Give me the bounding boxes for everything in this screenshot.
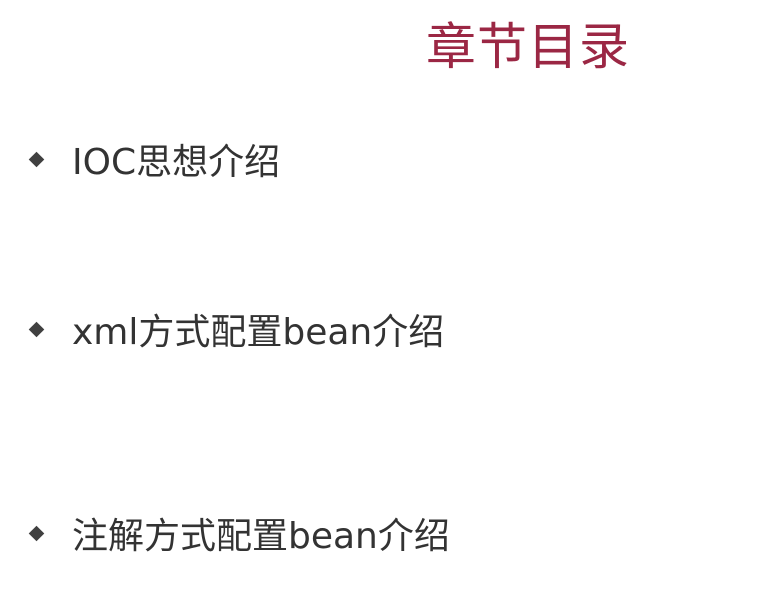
chapter-item-label: 注解方式配置bean介绍	[72, 516, 450, 557]
chapter-item-ioc: IOC思想介绍	[26, 134, 280, 184]
diamond-bullet-icon	[26, 319, 46, 339]
chapter-list: IOC思想介绍 xml方式配置bean介绍 注解方式配置bean介绍	[0, 0, 760, 594]
chapter-item-label: IOC思想介绍	[72, 142, 281, 183]
diamond-bullet-icon	[26, 149, 46, 169]
chapter-item-xml-bean: xml方式配置bean介绍	[26, 304, 444, 354]
diamond-bullet-icon	[26, 523, 46, 543]
chapter-item-annotation-bean: 注解方式配置bean介绍	[26, 508, 450, 558]
chapter-item-label: xml方式配置bean介绍	[72, 312, 445, 353]
